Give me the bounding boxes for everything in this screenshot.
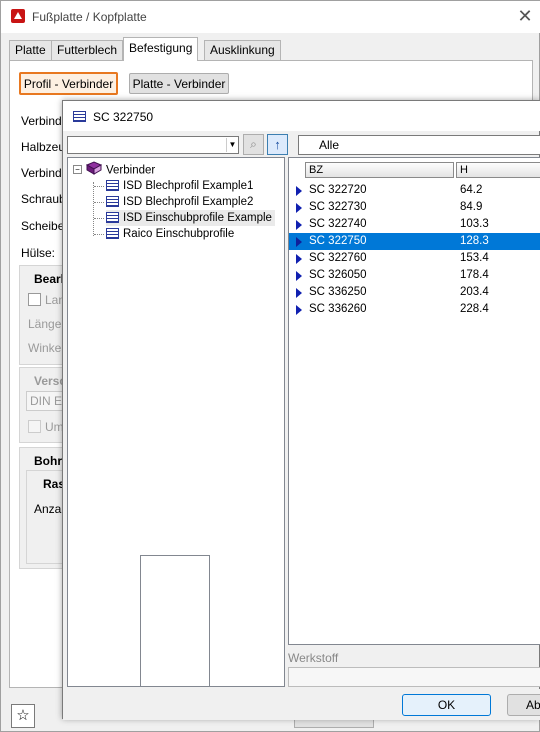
tab-label: Befestigung bbox=[129, 41, 193, 55]
tree-label: ISD Blechprofil Example2 bbox=[123, 196, 254, 208]
tree-label: ISD Blechprofil Example1 bbox=[123, 180, 254, 192]
table-icon bbox=[106, 212, 119, 224]
tab-futterblech[interactable]: Futterblech bbox=[51, 40, 124, 60]
tree-connector bbox=[94, 218, 104, 219]
tree-connector bbox=[93, 182, 103, 236]
tree-item-isd-einschubprofile[interactable]: ISD Einschubprofile Example bbox=[106, 210, 275, 226]
tree-label: ISD Einschubprofile Example bbox=[123, 212, 272, 224]
table-row[interactable]: SC 326050 178.4 bbox=[289, 267, 540, 284]
tree-item-verbinder[interactable]: Verbinder bbox=[85, 161, 156, 180]
cell-h: 128.3 bbox=[460, 235, 489, 247]
preview-image bbox=[140, 555, 210, 687]
chevron-down-icon[interactable]: ▼ bbox=[226, 138, 238, 152]
favorite-star-icon[interactable]: ☆ bbox=[11, 704, 35, 728]
ok-button[interactable]: OK bbox=[402, 694, 491, 716]
laenge-label: Länge: bbox=[28, 317, 65, 331]
tab-befestigung[interactable]: Befestigung bbox=[123, 37, 199, 61]
table-row[interactable]: SC 322730 84.9 bbox=[289, 199, 540, 216]
halbzeug-label: Halbzeu bbox=[21, 140, 66, 154]
tab-ausklinkung[interactable]: Ausklinkung bbox=[204, 40, 281, 60]
row-marker-icon bbox=[296, 186, 302, 196]
row-marker-icon bbox=[296, 271, 302, 281]
werkstoff-label: Werkstoff bbox=[288, 651, 339, 665]
column-header-bz[interactable]: BZ bbox=[305, 162, 454, 178]
platte-verbinder-button[interactable]: Platte - Verbinder bbox=[129, 73, 229, 94]
tree-item-raico-einschubprofile[interactable]: Raico Einschubprofile bbox=[106, 226, 234, 242]
scheibe-label: Scheibe bbox=[21, 219, 65, 233]
table-row[interactable]: SC 336260 228.4 bbox=[289, 301, 540, 318]
cell-h: 153.4 bbox=[460, 252, 489, 264]
um-label: Um bbox=[45, 420, 64, 434]
row-marker-icon bbox=[296, 237, 302, 247]
up-arrow-icon[interactable]: ↑ bbox=[267, 134, 288, 155]
app-icon bbox=[10, 8, 26, 24]
table-icon bbox=[106, 180, 119, 192]
table-icon bbox=[106, 228, 119, 240]
tree-item-isd-blechprofil-1[interactable]: ISD Blechprofil Example1 bbox=[106, 178, 253, 194]
dialog-title-bar: SC 322750 bbox=[63, 101, 540, 131]
cell-h: 228.4 bbox=[460, 303, 489, 315]
tab-label: Platte bbox=[15, 43, 46, 57]
row-marker-icon bbox=[296, 254, 302, 264]
window-title: Fußplatte / Kopfplatte bbox=[32, 10, 147, 24]
title-bar: Fußplatte / Kopfplatte ✕ bbox=[1, 1, 540, 33]
cell-h: 64.2 bbox=[460, 184, 483, 196]
close-icon[interactable]: ✕ bbox=[515, 6, 535, 26]
parts-table: BZ H SC 322720 64.2 SC 322730 84.9 SC 322740… bbox=[288, 157, 540, 645]
cell-bz: SC 322760 bbox=[309, 252, 367, 264]
tab-label: Ausklinkung bbox=[210, 43, 275, 57]
cell-h: 203.4 bbox=[460, 286, 489, 298]
row-marker-icon bbox=[296, 288, 302, 298]
tab-label: Futterblech bbox=[57, 43, 118, 57]
tree-label: Verbinder bbox=[106, 164, 156, 177]
winkel-label: Winkel bbox=[28, 341, 65, 355]
row-marker-icon bbox=[296, 220, 302, 230]
huelse-label: Hülse: bbox=[21, 246, 56, 260]
profil-verbinder-button[interactable]: Profil - Verbinder bbox=[19, 72, 118, 95]
table-icon bbox=[73, 111, 86, 122]
cancel-button[interactable]: Abb bbox=[507, 694, 540, 716]
table-icon bbox=[106, 196, 119, 208]
catalog-combo[interactable]: ▼ bbox=[67, 136, 239, 154]
filter-field[interactable]: Alle bbox=[298, 135, 540, 155]
werkstoff-field bbox=[288, 667, 540, 687]
tree-connector bbox=[94, 186, 104, 187]
cell-bz: SC 322740 bbox=[309, 218, 367, 230]
tree-connector bbox=[94, 234, 104, 235]
table-row[interactable]: SC 322760 153.4 bbox=[289, 250, 540, 267]
binoculars-icon[interactable]: ⌕ bbox=[243, 134, 264, 155]
table-row[interactable]: SC 336250 203.4 bbox=[289, 284, 540, 301]
cell-bz: SC 336260 bbox=[309, 303, 367, 315]
tree-label: Raico Einschubprofile bbox=[123, 228, 235, 240]
book-icon bbox=[85, 161, 103, 180]
cell-bz: SC 336250 bbox=[309, 286, 367, 298]
cell-bz: SC 322730 bbox=[309, 201, 367, 213]
cell-bz: SC 326050 bbox=[309, 269, 367, 281]
cell-bz: SC 322720 bbox=[309, 184, 367, 196]
table-row[interactable]: SC 322740 103.3 bbox=[289, 216, 540, 233]
collapse-icon[interactable]: − bbox=[73, 165, 82, 174]
row-marker-icon bbox=[296, 203, 302, 213]
tree-item-isd-blechprofil-2[interactable]: ISD Blechprofil Example2 bbox=[106, 194, 253, 210]
table-row[interactable]: SC 322720 64.2 bbox=[289, 182, 540, 199]
column-header-h[interactable]: H bbox=[456, 162, 540, 178]
schraube-label: Schraub bbox=[21, 192, 66, 206]
dialog-title: SC 322750 bbox=[93, 110, 154, 124]
lang-checkbox[interactable] bbox=[28, 293, 41, 306]
tab-platte[interactable]: Platte bbox=[9, 40, 52, 60]
selection-dialog: SC 322750 ▼ ⌕ ↑ Alle − Verbinder ISD Ble… bbox=[62, 100, 540, 720]
bohrung-title: Bohr bbox=[34, 454, 62, 468]
row-marker-icon bbox=[296, 305, 302, 315]
table-row[interactable]: SC 322750 128.3 bbox=[289, 233, 540, 250]
cell-h: 103.3 bbox=[460, 218, 489, 230]
cell-bz: SC 322750 bbox=[309, 235, 367, 247]
cell-h: 178.4 bbox=[460, 269, 489, 281]
um-checkbox[interactable] bbox=[28, 420, 41, 433]
tree-connector bbox=[94, 202, 104, 203]
cell-h: 84.9 bbox=[460, 201, 483, 213]
